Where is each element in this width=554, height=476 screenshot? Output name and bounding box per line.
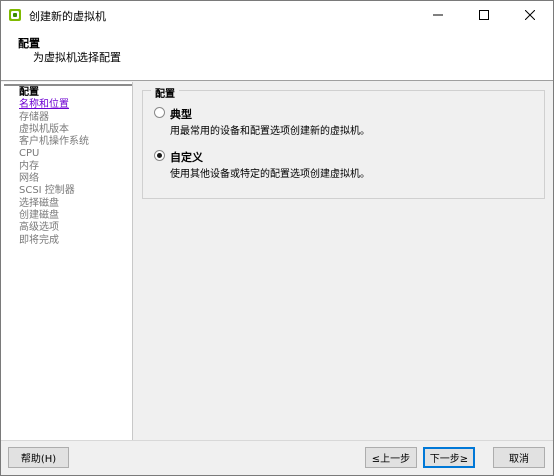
- step-configuration: 配置: [19, 87, 39, 98]
- option-typical-description: 用最常用的设备和配置选项创建新的虚拟机。: [170, 126, 370, 137]
- help-button[interactable]: 帮助(H): [8, 447, 69, 468]
- step-memory: 内存: [19, 160, 39, 172]
- radio-custom[interactable]: [154, 150, 165, 161]
- step-select-disk: 选择磁盘: [19, 197, 59, 209]
- option-custom-label[interactable]: 自定义: [170, 149, 203, 165]
- step-list: 配置 名称和位置 存储器 虚拟机版本 客户机操作系统 CPU 内存 网络 SCS…: [19, 87, 89, 247]
- option-typical-label[interactable]: 典型: [170, 106, 192, 122]
- step-advanced-options: 高级选项: [19, 222, 59, 234]
- maximize-icon: [479, 10, 489, 20]
- close-icon: [525, 10, 535, 20]
- button-bar: 帮助(H) ≤上一步 下一步≥ 取消: [1, 440, 553, 475]
- step-network: 网络: [19, 173, 39, 185]
- step-scsi-controller: SCSI 控制器: [19, 185, 75, 197]
- back-button[interactable]: ≤上一步: [365, 447, 417, 468]
- next-button[interactable]: 下一步≥: [423, 447, 475, 468]
- create-vm-dialog: 创建新的虚拟机 配置 为虚拟机选择配置 配置 名称和位置 存储器 虚拟机版本 客…: [0, 0, 554, 476]
- step-storage: 存储器: [19, 111, 49, 123]
- radio-typical[interactable]: [154, 107, 165, 118]
- vmware-icon: [8, 8, 22, 22]
- step-vm-version: 虚拟机版本: [19, 123, 69, 135]
- cancel-button[interactable]: 取消: [493, 447, 545, 468]
- step-create-disk: 创建磁盘: [19, 209, 59, 221]
- close-button[interactable]: [507, 1, 553, 29]
- minimize-button[interactable]: [415, 1, 461, 29]
- step-cpu: CPU: [19, 148, 40, 160]
- window-title: 创建新的虚拟机: [29, 10, 106, 23]
- nav-divider: [4, 84, 132, 86]
- configuration-group: 配置 典型 用最常用的设备和配置选项创建新的虚拟机。 自定义 使用其他设备或特定…: [142, 85, 545, 199]
- title-bar: 创建新的虚拟机: [1, 1, 553, 29]
- minimize-icon: [433, 10, 443, 20]
- wizard-steps-nav: 配置 名称和位置 存储器 虚拟机版本 客户机操作系统 CPU 内存 网络 SCS…: [1, 82, 133, 440]
- option-custom-description: 使用其他设备或特定的配置选项创建虚拟机。: [170, 169, 370, 180]
- group-legend: 配置: [151, 85, 179, 100]
- step-name-location[interactable]: 名称和位置: [19, 99, 89, 111]
- step-ready-to-complete: 即将完成: [19, 234, 59, 246]
- main-panel: 配置 典型 用最常用的设备和配置选项创建新的虚拟机。 自定义 使用其他设备或特定…: [134, 82, 553, 440]
- page-subtitle: 为虚拟机选择配置: [33, 51, 121, 64]
- maximize-button[interactable]: [461, 1, 507, 29]
- step-guest-os: 客户机操作系统: [19, 136, 89, 148]
- wizard-header: 配置 为虚拟机选择配置: [1, 29, 553, 81]
